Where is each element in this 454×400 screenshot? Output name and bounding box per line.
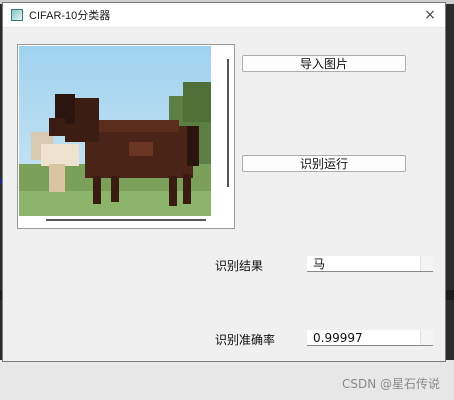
accuracy-value: 0.99997	[313, 331, 363, 345]
vertical-scrollbar[interactable]	[227, 59, 229, 187]
horse-image-graphic	[19, 46, 211, 216]
image-preview-frame	[17, 44, 235, 229]
accuracy-field[interactable]: 0.99997	[307, 330, 433, 346]
result-field[interactable]: 马	[307, 256, 433, 272]
watermark: CSDN @星石传说	[341, 377, 440, 391]
accuracy-spin-icon	[420, 330, 433, 345]
result-label: 识别结果	[215, 259, 264, 273]
horse-image	[19, 46, 211, 216]
result-value: 马	[313, 257, 326, 271]
window-title: CIFAR-10分类器	[29, 10, 111, 22]
result-spin-icon	[420, 256, 433, 271]
accuracy-label: 识别准确率	[215, 333, 276, 347]
run-recognition-button[interactable]: 识别运行	[242, 155, 406, 172]
classifier-window: CIFAR-10分类器 × 导入图片 识别运行 识别结果 马 识别准确率 0.9…	[2, 2, 446, 362]
horizontal-scrollbar[interactable]	[46, 219, 206, 221]
title-bar: CIFAR-10分类器 ×	[3, 3, 445, 28]
close-icon[interactable]: ×	[421, 6, 439, 24]
app-icon	[11, 9, 23, 21]
import-image-button[interactable]: 导入图片	[242, 55, 406, 72]
